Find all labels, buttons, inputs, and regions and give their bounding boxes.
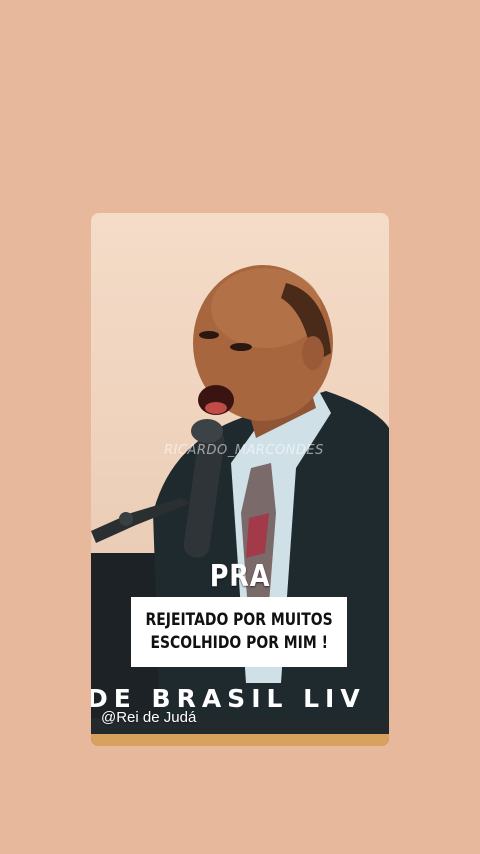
caption-box: REJEITADO POR MUITOS ESCOLHIDO POR MIM ! xyxy=(131,597,347,667)
caption-line-1: REJEITADO POR MUITOS xyxy=(145,610,333,630)
caption-line-2: ESCOLHIDO POR MIM ! xyxy=(150,633,328,653)
video-watermark: RICARDO_MARCONDES xyxy=(164,443,324,458)
speaker-title: PRA xyxy=(209,559,271,594)
video-player[interactable]: RICARDO_MARCONDES PRA REJEITADO POR MUIT… xyxy=(91,213,389,746)
user-handle[interactable]: @Rei de Judá xyxy=(101,709,196,726)
